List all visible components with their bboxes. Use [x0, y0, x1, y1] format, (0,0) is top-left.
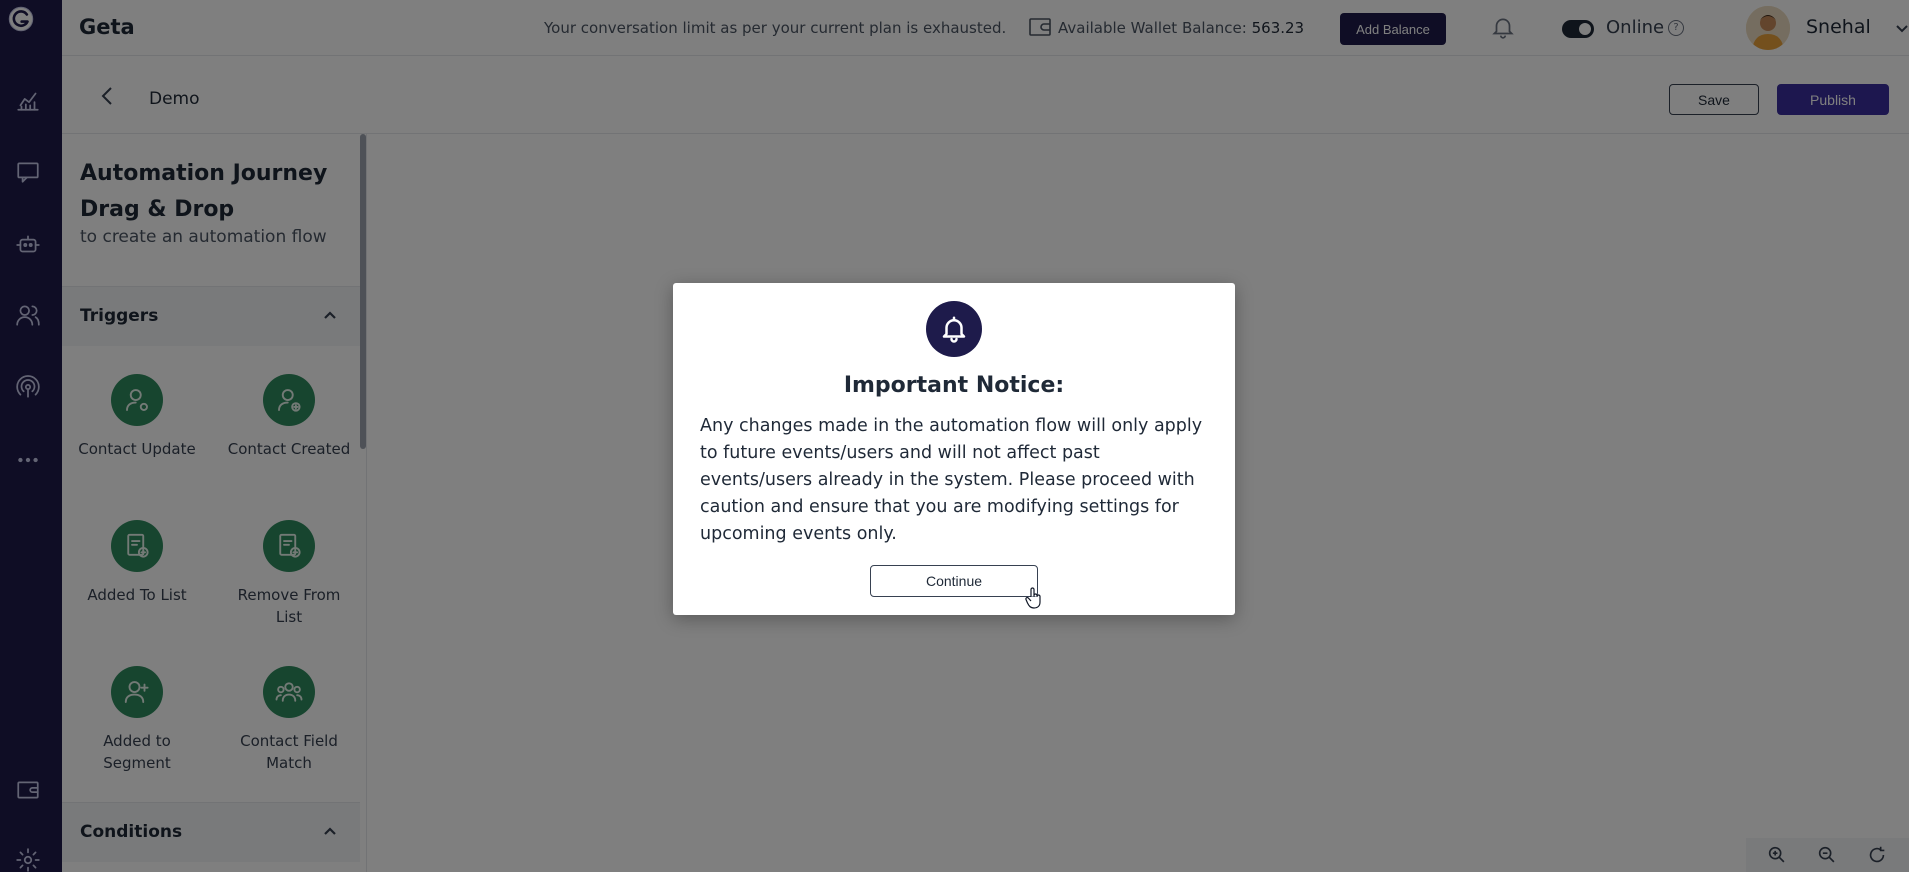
dialog-message: Any changes made in the automation flow … [700, 416, 1203, 544]
notice-dialog: Important Notice: Any changes made in th… [673, 283, 1235, 615]
bell-icon [926, 301, 982, 357]
continue-button[interactable]: Continue [870, 565, 1038, 597]
dialog-title: Important Notice: [843, 373, 1065, 398]
hand-pointer-icon [1025, 586, 1043, 610]
